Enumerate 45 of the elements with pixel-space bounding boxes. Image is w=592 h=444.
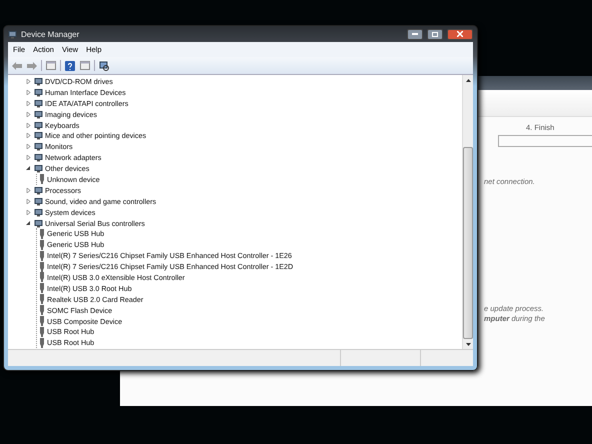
device-icon <box>34 131 43 140</box>
expand-icon[interactable] <box>26 100 31 106</box>
device-icon <box>34 164 43 174</box>
maximize-icon <box>432 32 438 36</box>
expand-icon[interactable] <box>26 155 31 160</box>
window-view-button[interactable] <box>79 60 91 72</box>
expand-icon[interactable] <box>26 112 31 117</box>
expand-icon[interactable] <box>26 133 31 138</box>
close-button[interactable] <box>447 28 473 40</box>
expand-icon[interactable] <box>26 144 31 150</box>
minimize-icon <box>412 33 418 35</box>
close-icon <box>457 31 463 37</box>
device-icon <box>34 120 43 130</box>
expand-icon[interactable] <box>26 198 31 204</box>
plug-icon <box>39 174 45 184</box>
device-icon <box>34 88 43 97</box>
up-arrow-icon <box>466 78 470 82</box>
window-icon <box>8 30 17 38</box>
minimize-button[interactable] <box>407 28 423 40</box>
device-icon <box>34 110 43 119</box>
device-icon <box>34 98 43 108</box>
device-icon <box>34 142 43 152</box>
forward-button[interactable] <box>26 60 38 72</box>
collapse-icon[interactable] <box>26 220 31 226</box>
device-icon <box>34 196 43 206</box>
scrollbar[interactable] <box>462 75 473 349</box>
window-view-button[interactable] <box>45 60 57 72</box>
help-button[interactable] <box>64 60 76 72</box>
scroll-thumb[interactable] <box>463 147 473 339</box>
expand-icon[interactable] <box>26 188 31 193</box>
expand-icon[interactable] <box>26 90 31 95</box>
expand-icon[interactable] <box>26 122 31 128</box>
scan-hardware-button[interactable] <box>98 60 110 72</box>
device-icon <box>34 76 43 86</box>
maximize-button[interactable] <box>427 28 443 40</box>
device-icon <box>34 218 43 228</box>
device-icon <box>34 208 43 217</box>
collapse-icon[interactable] <box>26 166 31 172</box>
window-title: Device Manager <box>21 30 80 38</box>
device-icon <box>34 186 43 195</box>
down-arrow-icon <box>466 342 470 346</box>
expand-icon[interactable] <box>26 78 31 84</box>
back-button[interactable] <box>11 60 23 72</box>
device-icon <box>34 153 43 162</box>
expand-icon[interactable] <box>26 210 31 215</box>
